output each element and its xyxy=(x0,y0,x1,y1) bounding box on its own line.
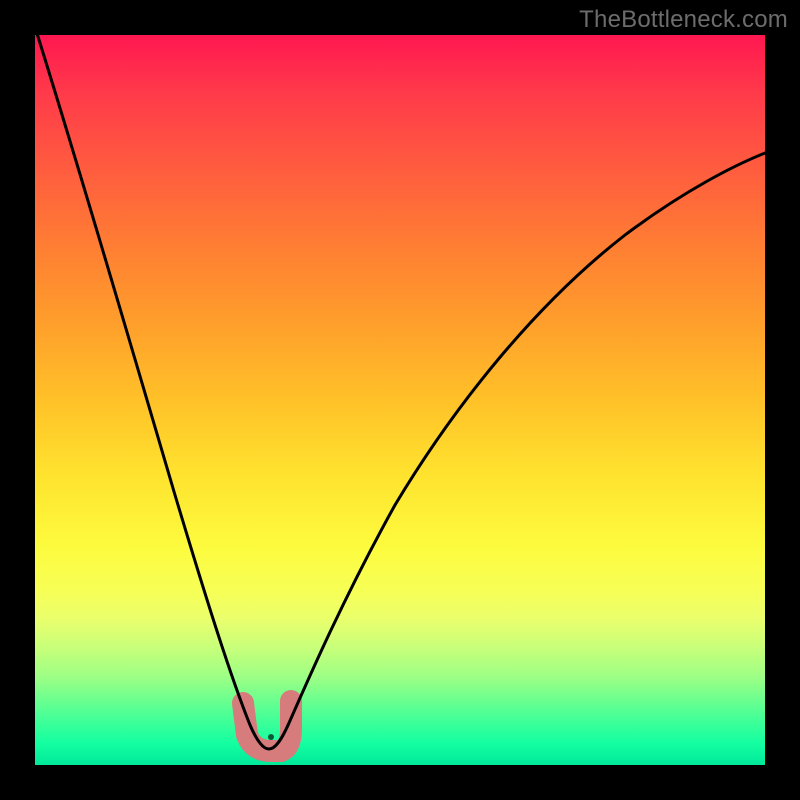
watermark-text: TheBottleneck.com xyxy=(579,6,788,34)
bottleneck-curve xyxy=(35,27,765,749)
chart-svg xyxy=(35,35,765,765)
plot-area xyxy=(35,35,765,765)
outer-frame: TheBottleneck.com xyxy=(0,0,800,800)
minimum-dot xyxy=(268,734,274,740)
